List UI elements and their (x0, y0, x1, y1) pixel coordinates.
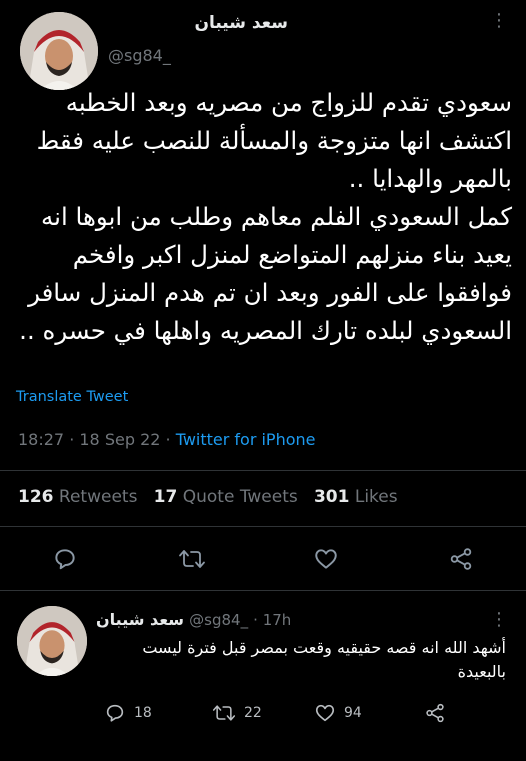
quotes-count: 17 (153, 487, 178, 507)
share-icon (426, 703, 444, 723)
tweet-time: 18:27 (18, 430, 65, 449)
reply-icon (55, 549, 75, 570)
retweet-icon (212, 705, 236, 721)
likes-label: Likes (354, 487, 398, 507)
quotes-stat[interactable]: 17 Quote Tweets (154, 487, 298, 507)
tweet-text: سعودي تقدم للزواج من مصريه وبعد الخطبه ا… (19, 88, 512, 345)
reply-retweets-count: 22 (244, 705, 262, 721)
reply-handle[interactable]: @sg84_ (189, 611, 248, 629)
likes-count: 301 (313, 487, 350, 507)
author-avatar[interactable] (20, 12, 98, 90)
reply-age: · 17h (253, 611, 292, 629)
divider (0, 590, 526, 591)
retweets-count: 126 (18, 487, 54, 507)
retweets-label: Retweets (58, 487, 138, 507)
like-button[interactable] (313, 546, 339, 572)
more-icon[interactable]: ⋮ (490, 12, 508, 30)
share-button[interactable] (448, 546, 474, 572)
heart-icon (315, 549, 337, 569)
reply-author-name[interactable]: سعد شيبان (96, 610, 184, 629)
avatar-image (20, 12, 98, 90)
reply-share-button[interactable] (424, 702, 446, 724)
share-icon (450, 548, 472, 570)
heart-icon (315, 704, 335, 722)
meta-dot: · (165, 430, 176, 449)
retweet-icon (179, 550, 205, 568)
divider (0, 470, 526, 471)
more-icon[interactable]: ⋮ (490, 611, 508, 629)
tweet-stats: 126 Retweets 17 Quote Tweets 301 Likes (18, 487, 398, 507)
tweet-source[interactable]: Twitter for iPhone (176, 430, 316, 449)
author-name-text[interactable]: سعد شيبان (100, 13, 288, 33)
author-handle[interactable]: @sg84_ (108, 46, 171, 65)
tweet-meta: 18:27 · 18 Sep 22 · Twitter for iPhone (18, 430, 316, 449)
meta-dot: · (69, 430, 80, 449)
reply-replies-count: 18 (134, 705, 152, 721)
reply-avatar[interactable] (17, 606, 87, 676)
divider (0, 526, 526, 527)
reply-icon (106, 704, 124, 722)
reply-text: أشهد الله انه قصه حقيقيه وقعت بمصر قبل ف… (142, 638, 506, 681)
tweet-date: 18 Sep 22 (79, 430, 161, 449)
reply-like-button[interactable]: 94 (314, 702, 362, 724)
retweets-stat[interactable]: 126 Retweets (18, 487, 137, 507)
likes-stat[interactable]: 301 Likes (314, 487, 398, 507)
reply-header: سعد شيبان @sg84_ · 17h (96, 610, 426, 629)
reply-likes-count: 94 (344, 705, 362, 721)
reply-reply-button[interactable]: 18 (104, 702, 152, 724)
avatar-image (17, 606, 87, 676)
retweet-button[interactable] (178, 546, 206, 572)
reply-retweet-button[interactable]: 22 (212, 702, 262, 724)
translate-tweet-link[interactable]: Translate Tweet (16, 389, 128, 405)
quotes-label: Quote Tweets (182, 487, 298, 507)
reply-button[interactable] (52, 546, 78, 572)
